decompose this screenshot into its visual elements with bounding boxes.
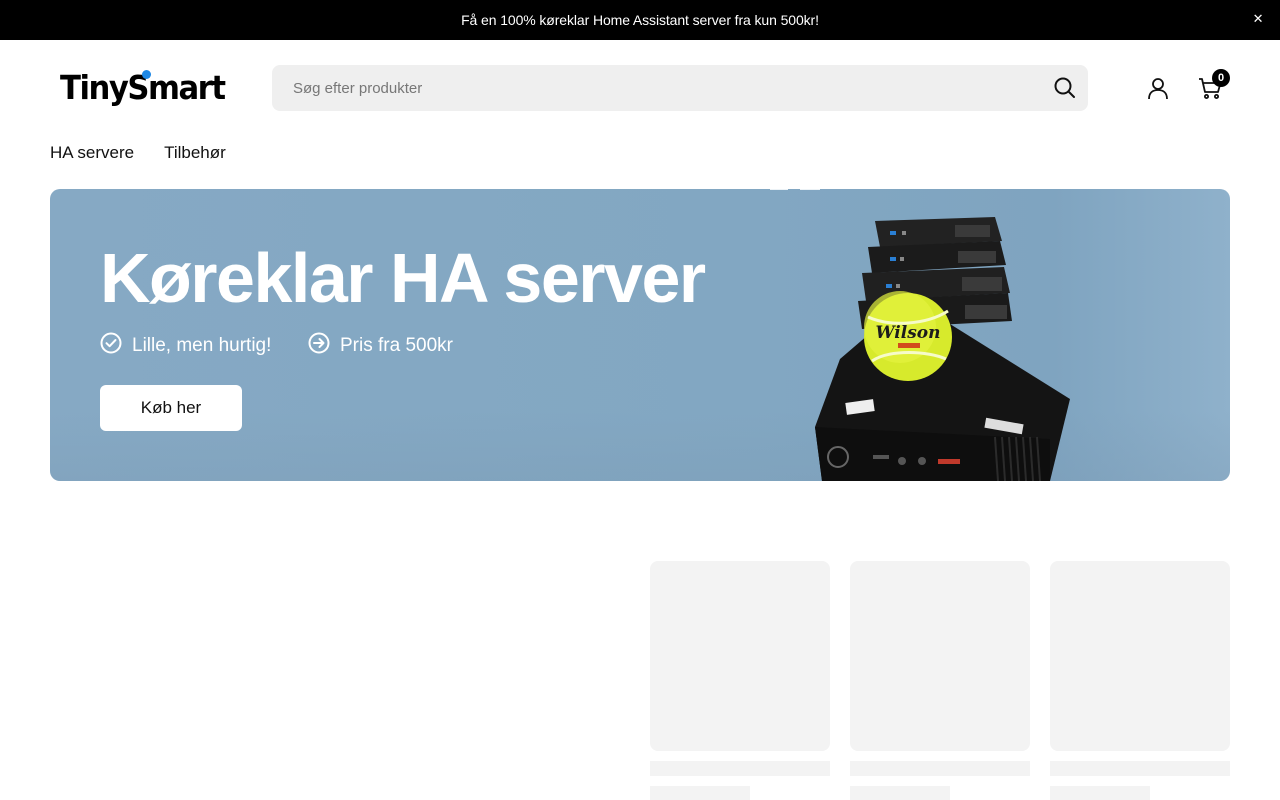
product-card-skeleton [1050, 561, 1230, 751]
announcement-text: Få en 100% køreklar Home Assistant serve… [461, 12, 819, 28]
product-price-skeleton [1050, 786, 1150, 800]
hero-feature-label: Lille, men hurtig! [132, 335, 272, 356]
product-title-skeleton [850, 761, 1030, 776]
product-price-skeleton [650, 786, 750, 800]
buy-button[interactable]: Køb her [100, 385, 242, 431]
hero-banner: Køreklar HA server Lille, men hurtig! Pr… [50, 189, 1230, 481]
search-input[interactable] [272, 65, 1032, 111]
hero-title: Køreklar HA server [100, 239, 706, 317]
check-circle-icon [100, 332, 122, 360]
product-title-skeleton [650, 761, 830, 776]
nav-item-tilbehor[interactable]: Tilbehør [164, 143, 226, 163]
product-title-skeleton [1050, 761, 1230, 776]
cart-count-badge: 0 [1212, 69, 1230, 87]
ball-brand-text: Wilson [876, 323, 941, 343]
logo[interactable]: TinySmart [60, 68, 226, 108]
hero-feature-label: Pris fra 500kr [340, 335, 453, 356]
announcement-bar: Få en 100% køreklar Home Assistant serve… [0, 0, 1280, 40]
hero-feature: Pris fra 500kr [308, 332, 453, 360]
main-nav: HA servere Tilbehør [50, 143, 226, 163]
product-card-skeleton [650, 561, 830, 751]
hero-feature: Lille, men hurtig! [100, 332, 271, 360]
nav-item-ha-servere[interactable]: HA servere [50, 143, 134, 163]
search-bar [272, 65, 1088, 111]
search-icon[interactable] [1052, 75, 1078, 101]
hero-product-image: Wilson [770, 189, 1070, 481]
close-icon[interactable]: ✕ [1250, 11, 1266, 27]
product-card-skeleton [850, 561, 1030, 751]
account-icon[interactable] [1146, 76, 1170, 100]
logo-dot [142, 70, 151, 79]
product-price-skeleton [850, 786, 950, 800]
arrow-right-circle-icon [308, 332, 330, 360]
